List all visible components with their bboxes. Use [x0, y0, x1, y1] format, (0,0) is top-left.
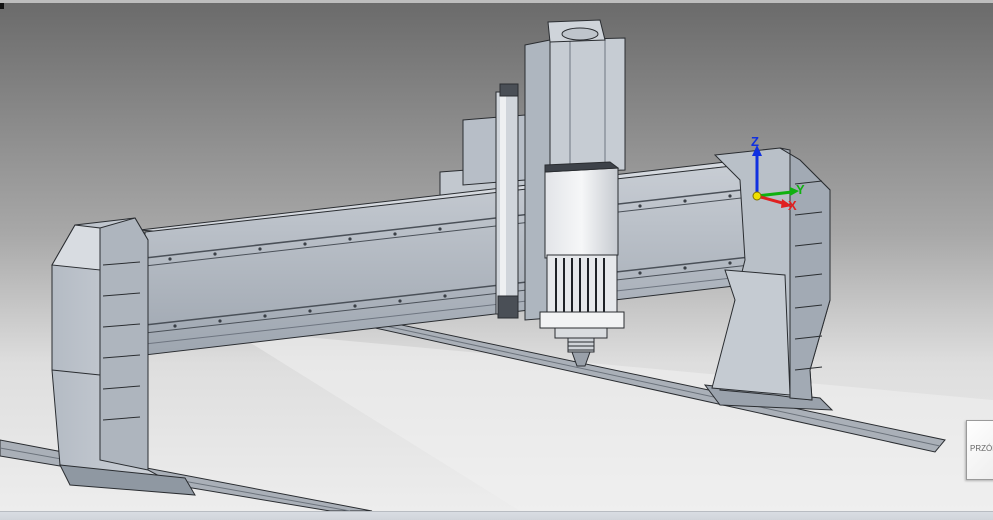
triad-origin	[752, 191, 762, 201]
viewport-corner-mark	[0, 3, 4, 9]
status-strip	[0, 511, 993, 520]
3d-viewport[interactable]: Z Y X PRZÓD	[0, 0, 993, 520]
viewport-top-border	[0, 0, 993, 3]
triad-x-label: X	[788, 198, 797, 213]
triad-z-label: Z	[751, 134, 759, 149]
spindle-motor	[539, 161, 625, 339]
view-cube-front-label[interactable]: PRZÓD	[970, 444, 993, 453]
z-axis-cylinder	[495, 83, 519, 319]
cad-scene[interactable]: Z Y X	[0, 0, 993, 520]
view-cube[interactable]: PRZÓD	[966, 420, 993, 480]
triad-y-label: Y	[796, 182, 805, 197]
